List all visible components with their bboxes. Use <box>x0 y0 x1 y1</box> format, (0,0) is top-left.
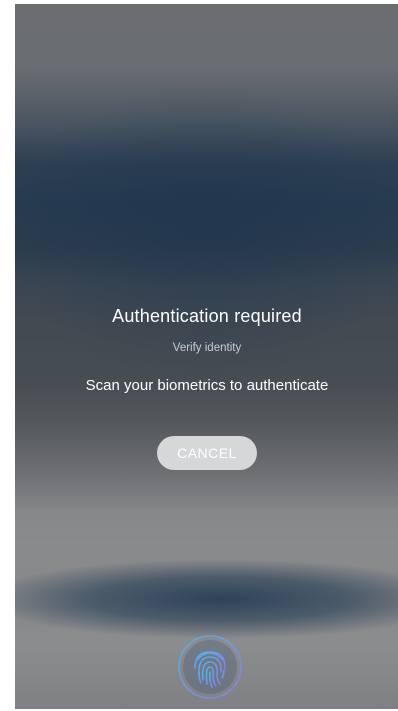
cancel-button[interactable]: CANCEL <box>157 436 257 470</box>
dialog-subtitle: Verify identity <box>172 342 242 354</box>
fingerprint-icon <box>178 635 242 699</box>
dialog-message: Scan your biometrics to authenticate <box>85 377 329 394</box>
fingerprint-sensor[interactable] <box>177 634 243 700</box>
lock-screen-background: Authentication required Verify identity … <box>15 4 398 709</box>
dialog-title: Authentication required <box>112 306 302 326</box>
biometric-auth-dialog: Authentication required Verify identity … <box>15 304 398 470</box>
